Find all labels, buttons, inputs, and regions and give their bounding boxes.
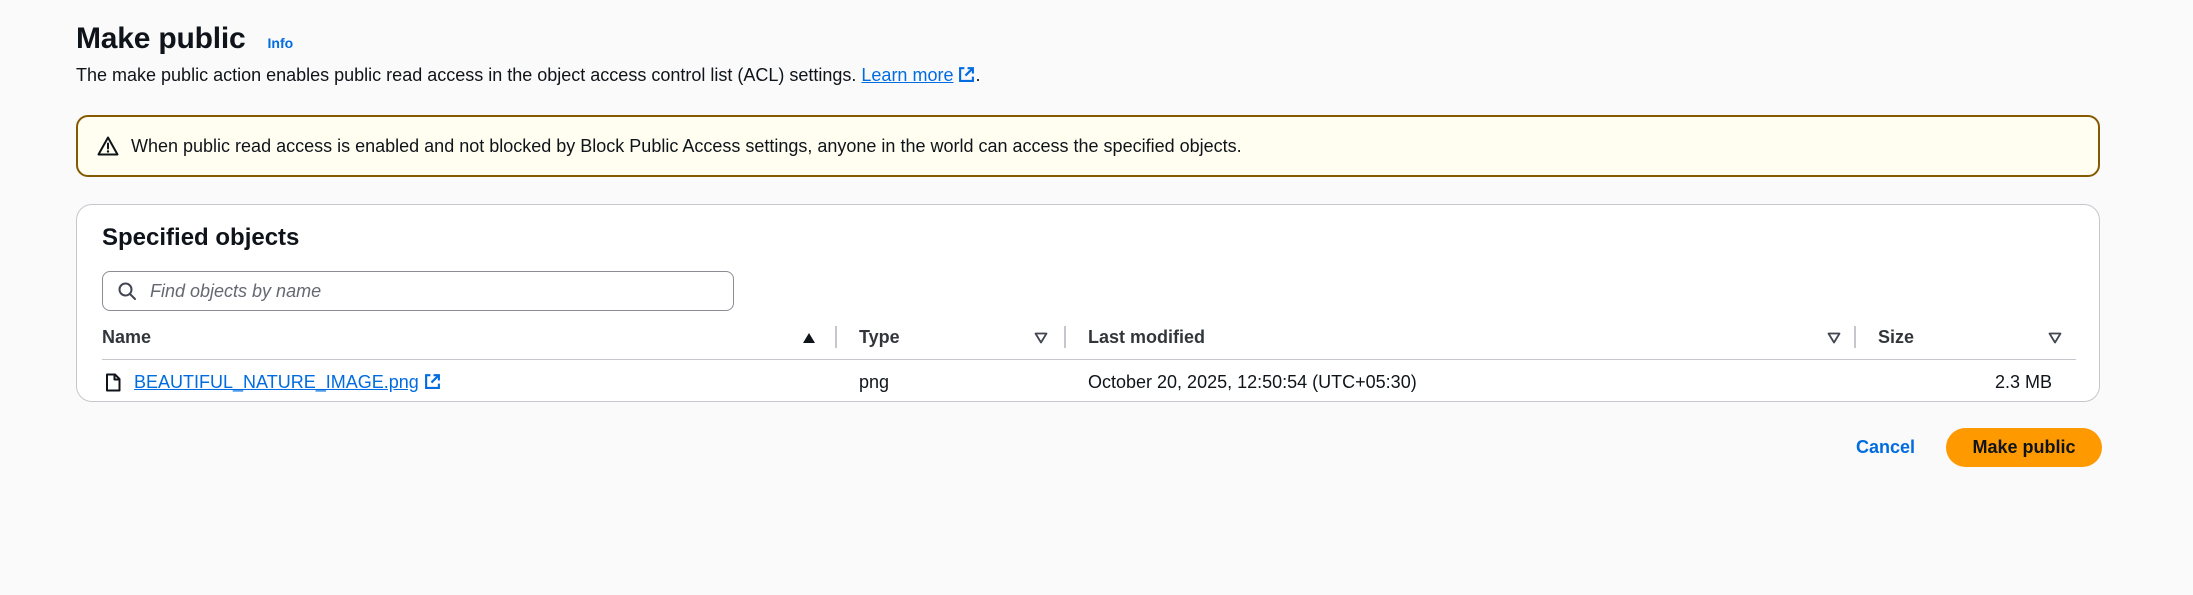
warning-alert: When public read access is enabled and n… — [76, 115, 2100, 177]
sort-descending-icon — [1827, 332, 1841, 344]
cell-last-modified: October 20, 2025, 12:50:54 (UTC+05:30) — [1088, 371, 1417, 392]
search-icon — [118, 282, 136, 300]
warning-triangle-icon — [97, 136, 119, 156]
column-header-size[interactable]: Size — [1878, 315, 2078, 359]
table-row: BEAUTIFUL_NATURE_IMAGE.png png October 2… — [102, 360, 2076, 404]
learn-more-link[interactable]: Learn more — [861, 65, 975, 85]
column-separator[interactable] — [1854, 326, 1856, 348]
cancel-button[interactable]: Cancel — [1836, 428, 1935, 466]
sort-descending-icon — [2048, 332, 2062, 344]
object-name-link[interactable]: BEAUTIFUL_NATURE_IMAGE.png — [134, 372, 441, 393]
object-name: BEAUTIFUL_NATURE_IMAGE.png — [134, 371, 419, 392]
page-description: The make public action enables public re… — [76, 65, 980, 86]
column-header-last-modified[interactable]: Last modified — [1088, 315, 1868, 359]
search-input[interactable] — [148, 279, 712, 303]
sort-ascending-icon — [803, 333, 815, 343]
cell-type: png — [859, 371, 890, 392]
column-header-name[interactable]: Name — [102, 315, 822, 359]
page-title: Make public — [76, 22, 246, 55]
description-suffix: . — [975, 65, 981, 85]
panel-title: Specified objects — [102, 224, 300, 251]
sort-descending-icon — [1034, 332, 1048, 344]
objects-table: Name Type Last modified Size BEAUTIFUL_N… — [102, 315, 2102, 404]
cell-size: 2.3 MB — [1994, 371, 2052, 392]
column-label-name: Name — [102, 326, 152, 347]
make-public-page: Make public Info The make public action … — [0, 0, 2193, 595]
description-text: The make public action enables public re… — [76, 65, 857, 85]
column-label-type: Type — [859, 326, 900, 347]
make-public-button[interactable]: Make public — [1946, 428, 2102, 467]
alert-message: When public read access is enabled and n… — [131, 135, 1242, 156]
column-header-type[interactable]: Type — [859, 315, 1059, 359]
page-header: Make public Info — [76, 22, 293, 56]
column-separator[interactable] — [1064, 326, 1066, 348]
column-label-size: Size — [1878, 326, 1915, 347]
search-box[interactable] — [102, 271, 734, 311]
external-link-icon — [959, 67, 975, 82]
column-label-last-modified: Last modified — [1088, 326, 1206, 347]
file-icon — [106, 373, 121, 391]
column-separator[interactable] — [835, 326, 837, 348]
title-row: Make public Info — [76, 22, 293, 56]
learn-more-label: Learn more — [861, 65, 954, 85]
cell-name: BEAUTIFUL_NATURE_IMAGE.png — [105, 360, 441, 404]
specified-objects-panel: Specified objects Name Type — [76, 204, 2100, 402]
table-header: Name Type Last modified Size — [102, 315, 2076, 360]
external-link-icon — [424, 373, 440, 389]
info-link[interactable]: Info — [268, 35, 294, 51]
